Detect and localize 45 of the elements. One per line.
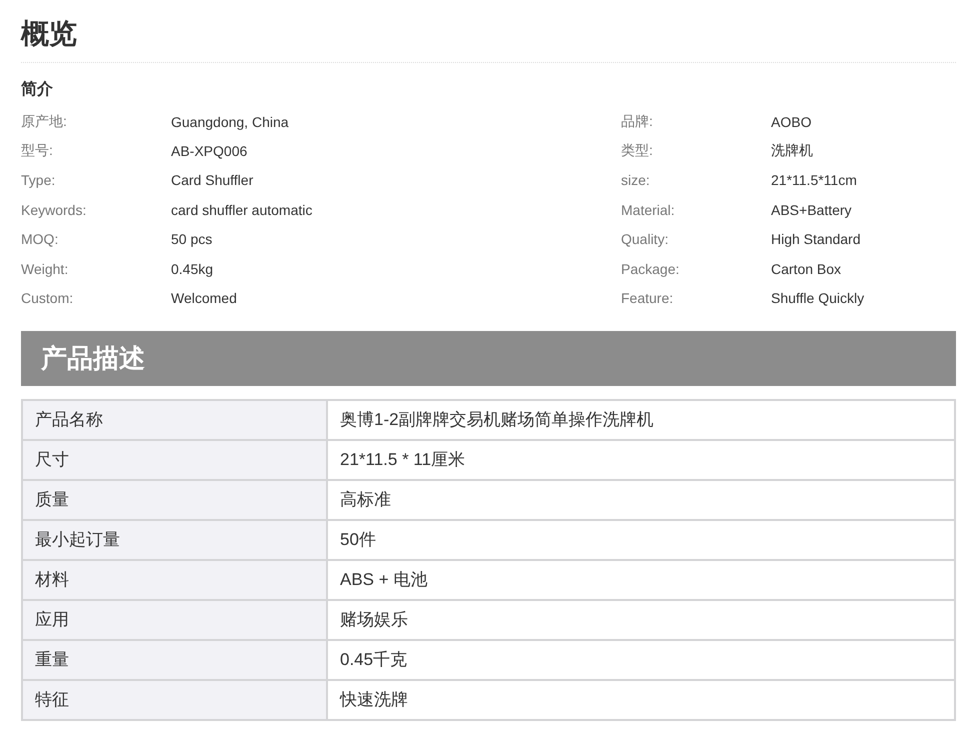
spec-label: Weight: bbox=[21, 260, 70, 277]
section-heading: 简介 bbox=[21, 80, 54, 100]
spec-value: 洗牌机 bbox=[771, 142, 814, 160]
spec-value: AOBO bbox=[771, 114, 812, 130]
spec-label: MOQ: bbox=[21, 231, 60, 248]
spec-value: AB-XPQ006 bbox=[171, 143, 248, 160]
spec-value: Card Shuffler bbox=[171, 172, 254, 188]
table-cell: 赌场娱乐 bbox=[328, 600, 954, 641]
table-cell: 0.45千克 bbox=[328, 640, 954, 681]
spec-label: 品牌: bbox=[621, 112, 654, 131]
page-title: 概览 bbox=[21, 17, 78, 51]
spec-label: Keywords: bbox=[21, 202, 88, 218]
spec-label: 型号: bbox=[21, 142, 54, 160]
table-header-cell: 材料 bbox=[23, 560, 328, 601]
spec-label: Package: bbox=[621, 260, 680, 277]
spec-label: Quality: bbox=[621, 231, 670, 248]
spec-label: Custom: bbox=[21, 290, 74, 306]
table-header-cell: 最小起订量 bbox=[23, 520, 328, 561]
table-cell: ABS + 电池 bbox=[328, 560, 954, 601]
spec-value: 50 pcs bbox=[171, 231, 214, 248]
spec-value: Welcomed bbox=[171, 290, 238, 306]
spec-value: 0.45kg bbox=[171, 260, 214, 277]
spec-value: Carton Box bbox=[771, 260, 842, 277]
spec-value: ABS+Battery bbox=[771, 202, 853, 218]
table-cell: 21*11.5 * 11厘米 bbox=[328, 440, 954, 481]
spec-value: Shuffle Quickly bbox=[771, 290, 866, 306]
spec-value: Guangdong, China bbox=[171, 114, 290, 130]
table-header-cell: 应用 bbox=[23, 600, 328, 641]
spec-value: High Standard bbox=[771, 231, 862, 248]
table-cell: 50件 bbox=[328, 520, 954, 561]
table-header-cell: 产品名称 bbox=[23, 400, 328, 441]
spec-label: Type: bbox=[21, 172, 56, 188]
banner-title: 产品描述 bbox=[41, 342, 145, 375]
table-header-cell: 质量 bbox=[23, 480, 328, 521]
table-header-cell: 特征 bbox=[23, 680, 328, 719]
table-cell: 高标准 bbox=[328, 480, 954, 521]
table-header-cell: 尺寸 bbox=[23, 440, 328, 481]
spec-value: 21*11.5*11cm bbox=[771, 172, 858, 188]
spec-value: card shuffler automatic bbox=[171, 202, 314, 218]
spec-label: size: bbox=[621, 172, 651, 188]
table-header-cell: 重量 bbox=[23, 640, 328, 681]
spec-label: 原产地: bbox=[21, 112, 68, 131]
spec-label: 类型: bbox=[621, 142, 654, 160]
spec-label: Feature: bbox=[621, 290, 674, 306]
spec-label: Material: bbox=[621, 202, 676, 218]
